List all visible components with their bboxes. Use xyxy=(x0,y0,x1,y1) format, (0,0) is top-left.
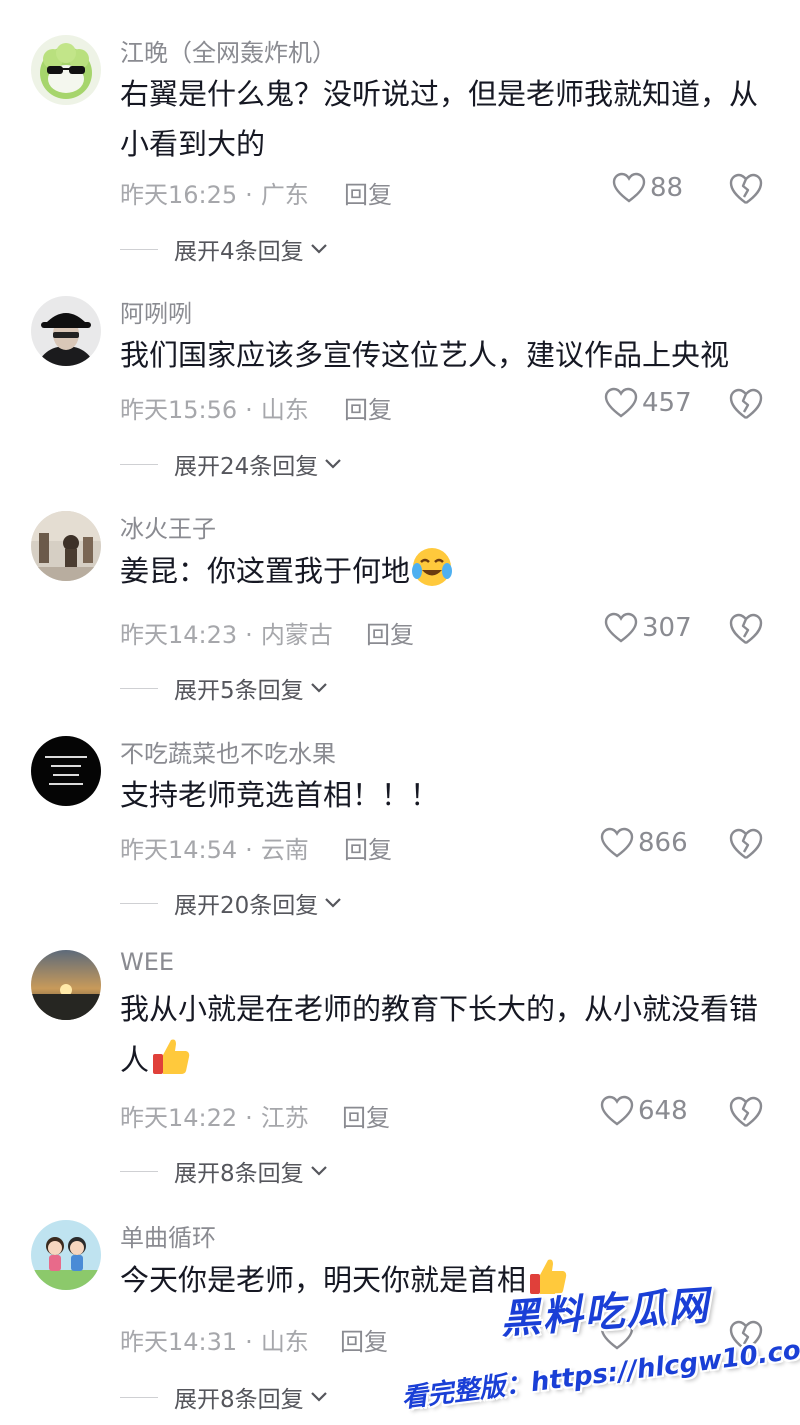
dislike-button[interactable] xyxy=(728,612,764,646)
comment-location: 山东 xyxy=(260,1328,309,1356)
thumbs-up-emoji xyxy=(149,1034,193,1078)
comment-meta: 昨天14:23 · 内蒙古 xyxy=(120,621,333,649)
expand-replies-button[interactable]: 展开20条回复 xyxy=(120,886,342,920)
username[interactable]: WEE xyxy=(120,948,174,976)
reply-button[interactable]: 回复 xyxy=(344,175,392,210)
reply-button[interactable]: 回复 xyxy=(344,830,392,865)
comment-location: 江苏 xyxy=(260,1104,309,1132)
divider-line xyxy=(120,248,158,250)
chevron-down-icon xyxy=(310,244,327,254)
heart-icon xyxy=(600,1319,634,1350)
comment-text: 姜昆：你这置我于何地 xyxy=(120,545,770,596)
chevron-down-icon xyxy=(325,459,342,469)
chevron-down-icon xyxy=(310,1392,327,1402)
chevron-down-icon xyxy=(310,683,327,693)
comment-time: 昨天14:54 xyxy=(120,836,238,864)
broken-heart-icon xyxy=(729,1096,763,1127)
crying-laughing-emoji xyxy=(410,545,454,589)
comment-time: 昨天14:22 xyxy=(120,1104,238,1132)
comment-meta: 昨天15:56 · 山东 xyxy=(120,396,309,424)
expand-replies-button[interactable]: 展开8条回复 xyxy=(120,1154,328,1188)
comment-time: 昨天16:25 xyxy=(120,181,238,209)
comment-text: 今天你是老师，明天你就是首相 xyxy=(120,1254,770,1305)
like-count: 866 xyxy=(638,828,688,858)
comment-meta: 昨天16:25 · 广东 xyxy=(120,181,309,209)
like-count: 457 xyxy=(642,388,692,418)
broken-heart-icon xyxy=(729,828,763,859)
heart-icon xyxy=(612,172,646,203)
avatar[interactable] xyxy=(31,511,101,581)
broken-heart-icon xyxy=(729,613,763,644)
comment-time: 昨天14:31 xyxy=(120,1328,238,1356)
chevron-down-icon xyxy=(310,1166,327,1176)
comment-text: 支持老师竞选首相！！！ xyxy=(120,778,440,812)
like-button[interactable]: 648 xyxy=(600,1095,688,1127)
username[interactable]: 阿咧咧 xyxy=(120,294,192,329)
username[interactable]: 单曲循环 xyxy=(120,1218,216,1253)
comment-location: 内蒙古 xyxy=(260,621,333,649)
like-button[interactable]: 88 xyxy=(612,172,683,204)
heart-icon xyxy=(600,1095,634,1126)
comment-text: 我从小就是在老师的教育下长大的，从小就没看错人 xyxy=(120,992,759,1078)
expand-replies-button[interactable]: 展开24条回复 xyxy=(120,447,342,481)
broken-heart-icon xyxy=(729,1320,763,1351)
dislike-button[interactable] xyxy=(728,172,764,206)
broken-heart-icon xyxy=(729,173,763,204)
comment-meta: 昨天14:31 · 山东 xyxy=(120,1328,309,1356)
divider-line xyxy=(120,1170,158,1172)
like-button[interactable]: 457 xyxy=(604,387,692,419)
expand-replies-button[interactable]: 展开4条回复 xyxy=(120,232,328,266)
heart-icon xyxy=(604,387,638,418)
like-button[interactable]: 307 xyxy=(604,612,692,644)
divider-line xyxy=(120,687,158,689)
divider-line xyxy=(120,1396,158,1398)
expand-replies-button[interactable]: 展开8条回复 xyxy=(120,1380,328,1414)
dislike-button[interactable] xyxy=(728,1319,764,1353)
avatar[interactable] xyxy=(31,1220,101,1290)
like-button[interactable]: 866 xyxy=(600,827,688,859)
comment-meta: 昨天14:54 · 云南 xyxy=(120,836,309,864)
like-count: 88 xyxy=(650,173,684,203)
comment-location: 山东 xyxy=(260,396,309,424)
broken-heart-icon xyxy=(729,388,763,419)
like-count: 648 xyxy=(638,1096,688,1126)
comment-location: 云南 xyxy=(260,836,309,864)
comment-location: 广东 xyxy=(260,181,309,209)
comment-text: 右翼是什么鬼？没听说过，但是老师我就知道，从小看到大的 xyxy=(120,77,759,161)
expand-replies-button[interactable]: 展开5条回复 xyxy=(120,671,328,705)
thumbs-up-emoji xyxy=(526,1254,570,1298)
comment-time: 昨天14:23 xyxy=(120,621,238,649)
reply-button[interactable]: 回复 xyxy=(340,1322,388,1357)
dislike-button[interactable] xyxy=(728,827,764,861)
username[interactable]: 不吃蔬菜也不吃水果 xyxy=(120,734,336,769)
divider-line xyxy=(120,463,158,465)
like-count: 307 xyxy=(642,613,692,643)
avatar[interactable] xyxy=(31,950,101,1020)
comment-text: 我们国家应该多宣传这位艺人，建议作品上央视 xyxy=(120,338,730,372)
username[interactable]: 冰火王子 xyxy=(120,509,216,544)
heart-icon xyxy=(604,612,638,643)
dislike-button[interactable] xyxy=(728,387,764,421)
divider-line xyxy=(120,902,158,904)
username[interactable]: 江晚（全网轰炸机） xyxy=(120,33,336,68)
avatar[interactable] xyxy=(31,736,101,806)
dislike-button[interactable] xyxy=(728,1095,764,1129)
avatar[interactable] xyxy=(31,296,101,366)
avatar[interactable] xyxy=(31,35,101,105)
reply-button[interactable]: 回复 xyxy=(366,615,414,650)
like-button[interactable] xyxy=(600,1319,638,1351)
reply-button[interactable]: 回复 xyxy=(344,390,392,425)
comment-meta: 昨天14:22 · 江苏 xyxy=(120,1104,309,1132)
heart-icon xyxy=(600,827,634,858)
chevron-down-icon xyxy=(325,898,342,908)
comment-time: 昨天15:56 xyxy=(120,396,238,424)
reply-button[interactable]: 回复 xyxy=(342,1098,390,1133)
